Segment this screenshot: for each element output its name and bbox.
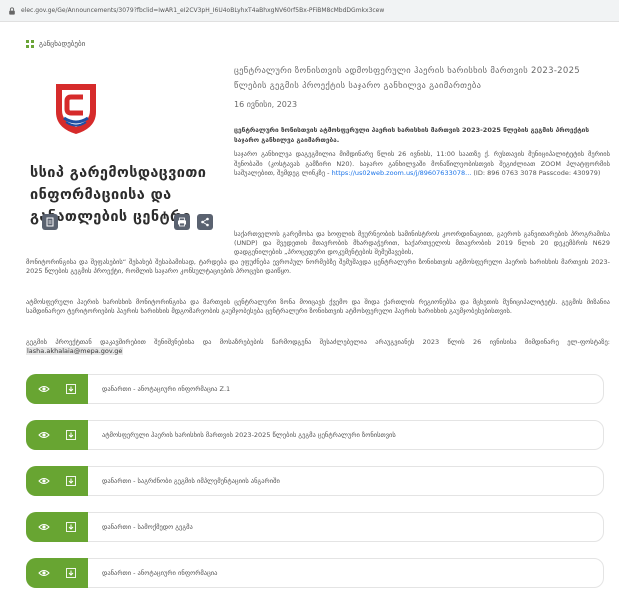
attachment-item[interactable]: დანართი - სამოქმედო გეგმა xyxy=(26,512,604,542)
print-icon xyxy=(178,217,186,227)
lock-icon xyxy=(9,6,15,15)
download-icon[interactable] xyxy=(64,566,78,580)
attachment-name: დანართი - ანოტაციური ინფორმაცია Z.1 xyxy=(102,385,231,393)
attachment-name: დანართი - ანოტაციური ინფორმაცია xyxy=(102,569,218,577)
view-icon[interactable] xyxy=(37,566,51,580)
attachment-item[interactable]: დანართი - ანოტაციური ინფორმაცია Z.1 xyxy=(26,374,604,404)
attachment-name: დანართი - სამოქმედო გეგმა xyxy=(102,523,193,531)
attachment-item[interactable]: დანართი - საგრძნობი გეგმის იმპლემენტაციი… xyxy=(26,466,604,496)
url-text: elec.gov.ge/Ge/Announcements/3079?fbclid… xyxy=(21,7,385,14)
download-icon[interactable] xyxy=(64,428,78,442)
download-icon[interactable] xyxy=(64,382,78,396)
grid-icon xyxy=(26,40,34,48)
attachment-actions xyxy=(26,374,88,404)
view-icon[interactable] xyxy=(37,520,51,534)
paragraph-text: მონიტორინგისა და შეფასების“ შესახებ შესა… xyxy=(26,257,610,275)
article-paragraph-4: გეგმის პროექტთან დაკავშირებით შენიშვნები… xyxy=(26,338,610,356)
contact-email[interactable]: lasha.akhalaia@mepa.gov.ge xyxy=(26,347,124,356)
share-button[interactable] xyxy=(197,214,213,230)
attachment-item[interactable]: ატმოსფერული ჰაერის ხარისხის მართვის 2023… xyxy=(26,420,604,450)
download-icon[interactable] xyxy=(64,474,78,488)
attachment-actions xyxy=(26,466,88,496)
org-logo xyxy=(56,84,96,134)
download-icon[interactable] xyxy=(64,520,78,534)
attachment-actions xyxy=(26,420,88,450)
article-title: ცენტრალური ზონისთვის ადმოსფერული ჰაერის … xyxy=(234,66,581,91)
paragraph-text: (ID: 896 0763 3078 Passcode: 430979) xyxy=(471,169,601,177)
address-bar[interactable]: elec.gov.ge/Ge/Announcements/3079?fbclid… xyxy=(0,0,619,22)
view-icon[interactable] xyxy=(37,428,51,442)
attachment-actions xyxy=(26,558,88,588)
attachment-name: დანართი - საგრძნობი გეგმის იმპლემენტაციი… xyxy=(102,477,280,485)
announcements-link[interactable]: განცხადებები xyxy=(26,40,85,48)
paragraph-text: გეგმის პროექტთან დაკავშირებით შენიშვნები… xyxy=(26,338,610,346)
article-paragraph-3: ატმოსფერული ჰაერის ხარისხის მონიტორინგის… xyxy=(26,298,610,316)
article-lead: ცენტრალური ზონისთვის ატმოსფერული ჰაერის … xyxy=(234,126,590,144)
view-icon[interactable] xyxy=(37,474,51,488)
article-date: 16 ივნისი, 2023 xyxy=(234,100,298,109)
attachment-name: ატმოსფერული ჰაერის ხარისხის მართვის 2023… xyxy=(102,431,396,439)
document-button[interactable] xyxy=(42,214,58,230)
attachment-actions xyxy=(26,512,88,542)
share-icon xyxy=(201,217,209,227)
view-icon[interactable] xyxy=(37,382,51,396)
article-paragraph-1: საჯარო განხილვა დაგეგმილია მიმდინარე წლი… xyxy=(234,150,610,179)
document-icon xyxy=(46,217,54,227)
announcements-label: განცხადებები xyxy=(39,40,86,48)
attachment-item[interactable]: დანართი - ანოტაციური ინფორმაცია xyxy=(26,558,604,588)
article-paragraph-2: საქართველოს გარემოსა და სოფლის მეურნეობი… xyxy=(26,230,610,276)
print-button[interactable] xyxy=(174,214,190,230)
paragraph-text: საქართველოს გარემოსა და სოფლის მეურნეობი… xyxy=(234,230,610,257)
zoom-link[interactable]: https://us02web.zoom.us/j/89607633078... xyxy=(332,169,472,177)
